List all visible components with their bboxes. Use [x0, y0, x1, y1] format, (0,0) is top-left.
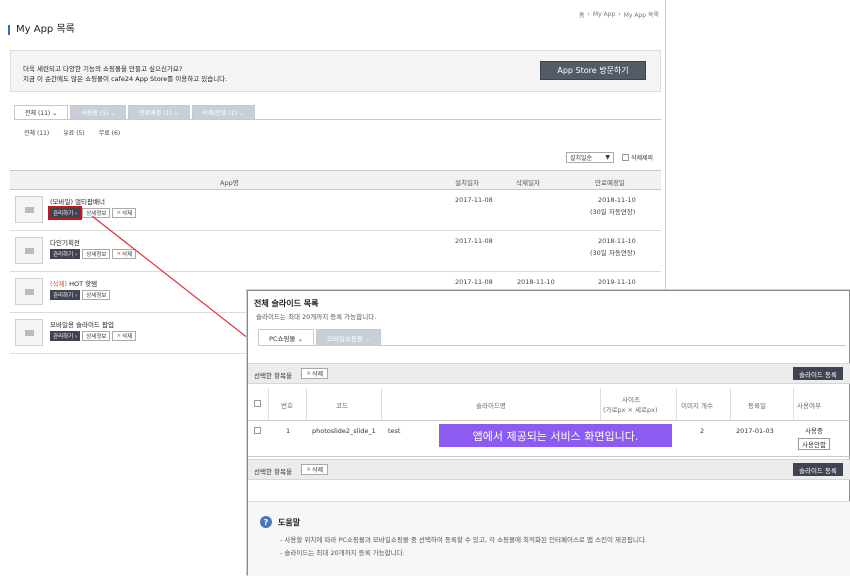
checkbox-icon[interactable] — [622, 154, 629, 161]
help-line-2: - 슬라이드는 최대 20개까지 등록 가능합니다. — [280, 549, 405, 557]
detail-button[interactable]: 상세정보 — [82, 249, 111, 259]
filter-all[interactable]: 전체 (11) — [24, 128, 49, 137]
app-thumbnail — [15, 237, 43, 264]
app-name[interactable]: 모바일용 슬라이드 팝업 — [50, 319, 114, 329]
breadcrumb-my-app[interactable]: My App — [593, 11, 615, 18]
use-status: 사용중 — [805, 427, 823, 435]
filter-free[interactable]: 무료 (6) — [99, 128, 120, 137]
price-filters: 전체 (11) 유료 (5) 무료 (6) — [24, 128, 120, 137]
tab-pc-shop[interactable]: PC쇼핑몰 ⌄ — [258, 329, 314, 346]
delete-selected-button[interactable]: × 삭제 — [301, 464, 329, 475]
help-line-1: - 사용할 위치에 따라 PC쇼핑몰과 모바일쇼핑몰 중 선택하여 등록할 수 … — [280, 536, 648, 544]
filter-paid[interactable]: 유료 (5) — [63, 128, 84, 137]
exclude-deleted-checkbox[interactable]: 삭제제외 — [622, 153, 653, 162]
delete-selected-button[interactable]: × 삭제 — [301, 368, 329, 379]
slide-name[interactable]: test — [388, 427, 400, 435]
slide-list-subtitle: 슬라이드는 최대 20개까지 등록 가능합니다. — [256, 313, 377, 321]
shop-type-tabs: PC쇼핑몰 ⌄ 모바일쇼핑몰 ⌄ — [258, 329, 382, 346]
help-icon: ? — [260, 516, 272, 528]
table-row: 다인기획전 관리하기 › 상세정보 × 삭제 2017-11-08 2018-11… — [10, 231, 661, 272]
manage-button[interactable]: 관리하기 › — [50, 249, 81, 259]
app-store-visit-button[interactable]: App Store 방문하기 — [540, 61, 646, 80]
app-status-tabs: 전체 (11) ⌄ 사용중 (5) ⌄ 만료예정 (1) ⌄ 삭제/만료 (1)… — [14, 105, 255, 120]
slide-list-panel: 전체 슬라이드 목록 슬라이드는 최대 20개까지 등록 가능합니다. PC쇼핑… — [247, 290, 850, 576]
disable-use-button[interactable]: 사용안함 — [798, 438, 830, 450]
row-checkbox[interactable] — [254, 427, 261, 434]
slide-code: photoslide2_slide_1 — [312, 427, 376, 435]
sort-select[interactable]: 설치일순 ▼ — [566, 152, 614, 163]
top-action-bar: 선택한 항목을 × 삭제 슬라이드 등록 — [248, 363, 850, 384]
tab-mobile-shop[interactable]: 모바일쇼핑몰 ⌄ — [315, 329, 382, 346]
app-name[interactable]: (모바일) 멀티팝배너 — [50, 196, 105, 206]
tab-deleted[interactable]: 삭제/만료 (1) ⌄ — [191, 105, 255, 120]
service-screen-overlay: 앱에서 제공되는 서비스 화면입니다. — [439, 424, 672, 447]
breadcrumb-my-app-list: My App 목록 — [623, 12, 659, 19]
delete-button[interactable]: × 삭제 — [112, 249, 137, 259]
app-name[interactable]: (삭제) HOT 핫템 — [50, 278, 97, 288]
select-all-checkbox[interactable] — [254, 400, 261, 407]
page-title: My App 목록 — [8, 25, 75, 35]
close-icon: × — [116, 333, 122, 339]
bottom-action-bar: 선택한 항목을 × 삭제 슬라이드 등록 — [248, 459, 850, 480]
tab-expiring[interactable]: 만료예정 (1) ⌄ — [128, 105, 190, 120]
notice-line-1: 더욱 세련되고 다양한 기능의 쇼핑몰을 만들고 싶으신가요? — [23, 65, 183, 73]
app-table-header: App명 설치일자 삭제일자 만료예정일 — [10, 170, 661, 190]
table-row: (모바일) 멀티팝배너 관리하기 › 상세정보 × 삭제 2017-11-08 2… — [10, 190, 661, 231]
delete-button[interactable]: × 삭제 — [112, 208, 137, 218]
app-store-notice: 더욱 세련되고 다양한 기능의 쇼핑몰을 만들고 싶으신가요? 지금 이 순간에… — [10, 50, 661, 92]
register-slide-button[interactable]: 슬라이드 등록 — [793, 367, 843, 380]
register-slide-button[interactable]: 슬라이드 등록 — [793, 463, 843, 476]
tab-all[interactable]: 전체 (11) ⌄ — [14, 105, 69, 120]
help-box: ? 도움말 - 사용할 위치에 따라 PC쇼핑몰과 모바일쇼핑몰 중 선택하여 … — [248, 501, 850, 576]
detail-button[interactable]: 상세정보 — [82, 331, 111, 341]
close-icon: × — [116, 251, 122, 257]
manage-button[interactable]: 관리하기 › — [50, 290, 81, 300]
close-icon: × — [116, 210, 122, 216]
close-icon: × — [306, 466, 312, 473]
breadcrumb: 홈 › My App › My App 목록 — [578, 10, 659, 19]
chevron-down-icon: ▼ — [605, 154, 610, 161]
slide-list-title: 전체 슬라이드 목록 — [254, 299, 319, 308]
manage-button[interactable]: 관리하기 › — [50, 331, 81, 341]
app-name[interactable]: 다인기획전 — [50, 237, 80, 247]
app-thumbnail — [15, 278, 43, 305]
notice-line-2: 지금 이 순간에도 많은 쇼핑몰이 cafe24 App Store를 이용하고… — [23, 75, 228, 83]
app-thumbnail — [15, 196, 43, 223]
detail-button[interactable]: 상세정보 — [82, 290, 111, 300]
home-icon[interactable]: 홈 — [579, 10, 585, 19]
app-thumbnail — [15, 319, 43, 346]
delete-button[interactable]: × 삭제 — [112, 331, 137, 341]
manage-button[interactable]: 관리하기 › — [47, 206, 83, 220]
close-icon: × — [306, 370, 312, 377]
tab-in-use[interactable]: 사용중 (5) ⌄ — [70, 105, 127, 120]
help-title: 도움말 — [278, 518, 301, 527]
detail-button[interactable]: 상세정보 — [82, 208, 111, 218]
slide-table-header: 번호 코드 슬라이드명 사이즈 (가로px × 세로px) 이미지 개수 등록일… — [248, 388, 850, 421]
